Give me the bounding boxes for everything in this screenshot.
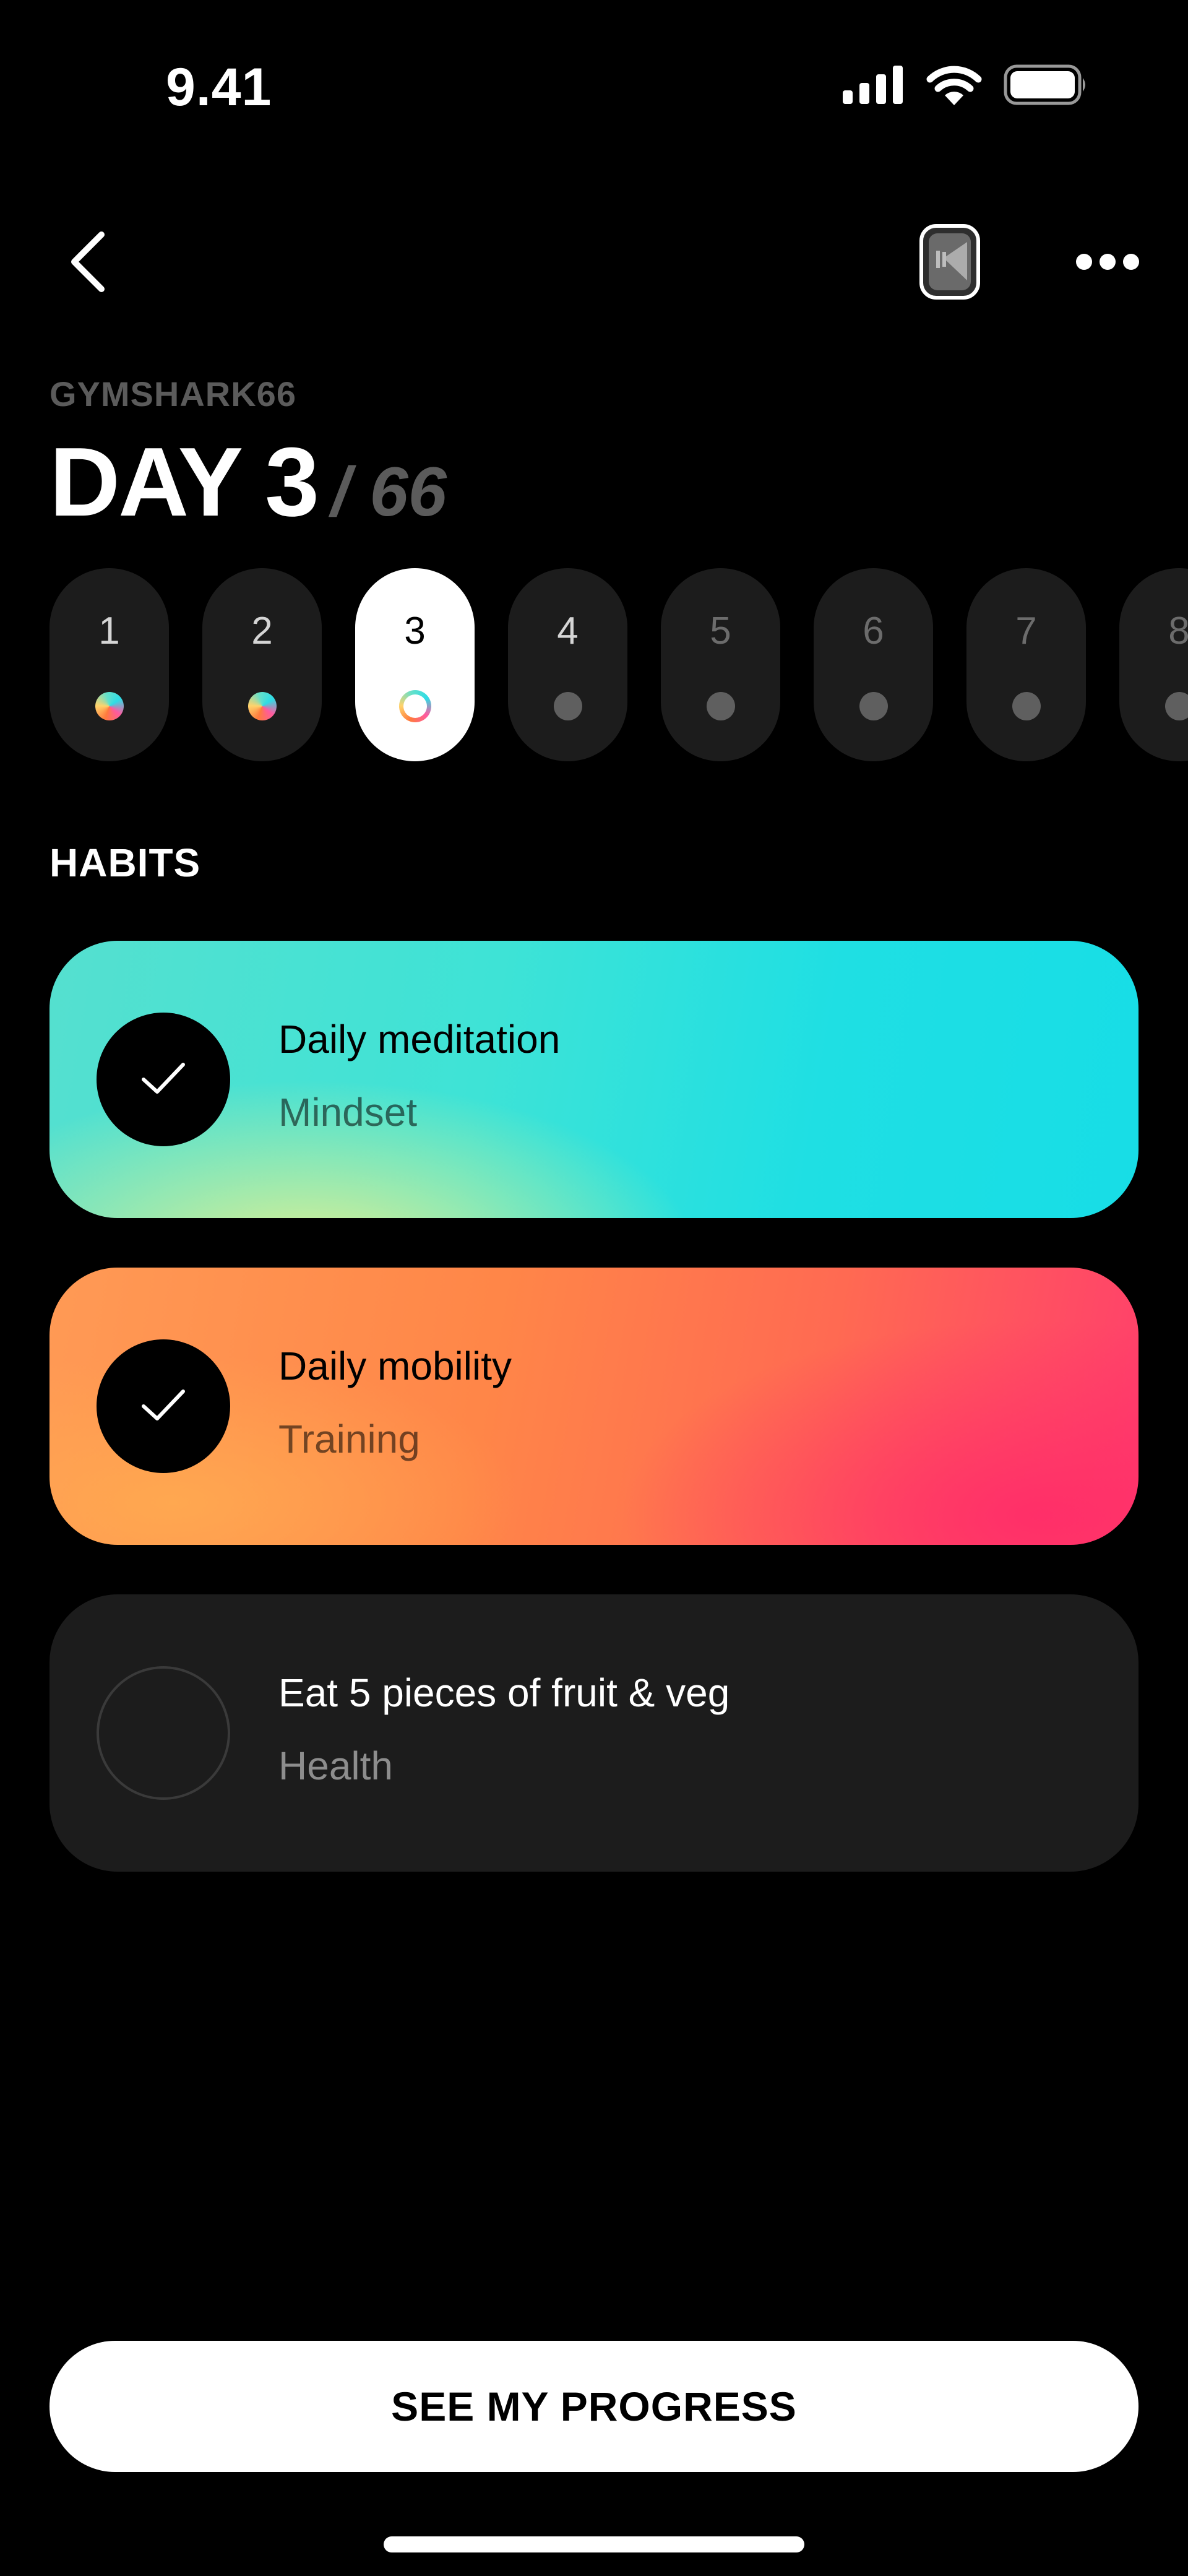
checkmark-icon bbox=[141, 1061, 186, 1099]
day-selector: 1 2 3 4 5 6 7 8 bbox=[50, 568, 1188, 761]
chevron-left-icon bbox=[66, 231, 109, 296]
day-number: 6 bbox=[863, 610, 884, 652]
battery-icon bbox=[1004, 64, 1089, 108]
habit-card-mobility[interactable]: Daily mobility Training bbox=[50, 1268, 1138, 1545]
habit-card-meditation[interactable]: Daily meditation Mindset bbox=[50, 941, 1138, 1218]
habit-name: Eat 5 pieces of fruit & veg bbox=[278, 1671, 730, 1715]
wifi-icon bbox=[926, 64, 983, 108]
more-options-button[interactable] bbox=[1064, 235, 1151, 291]
habit-category: Mindset bbox=[278, 1090, 418, 1135]
habits-heading: HABITS bbox=[50, 841, 201, 885]
day-pill-2[interactable]: 2 bbox=[202, 568, 322, 761]
day-number: 8 bbox=[1168, 610, 1188, 652]
day-title: DAY 3 / 66 bbox=[50, 433, 447, 531]
day-number: 2 bbox=[251, 610, 273, 652]
watch-icon bbox=[919, 223, 981, 303]
day-number: 7 bbox=[1015, 610, 1037, 652]
day-pill-6[interactable]: 6 bbox=[814, 568, 933, 761]
challenge-name: GYMSHARK66 bbox=[50, 374, 296, 413]
total-days-label: / 66 bbox=[331, 453, 447, 530]
day-pill-5[interactable]: 5 bbox=[661, 568, 780, 761]
day-number: 5 bbox=[710, 610, 731, 652]
day-pending-dot bbox=[553, 692, 582, 720]
day-pill-8[interactable]: 8 bbox=[1119, 568, 1188, 761]
day-progress-ring bbox=[399, 690, 431, 722]
back-button[interactable] bbox=[59, 229, 115, 297]
day-pending-dot bbox=[859, 692, 888, 720]
habit-checkbox[interactable] bbox=[97, 1013, 230, 1146]
watch-button[interactable] bbox=[916, 223, 984, 303]
day-number: 3 bbox=[404, 610, 426, 652]
day-pill-1[interactable]: 1 bbox=[50, 568, 169, 761]
more-horizontal-icon bbox=[1075, 253, 1140, 274]
current-day-label: DAY 3 bbox=[50, 428, 319, 537]
day-number: 4 bbox=[557, 610, 579, 652]
status-time: 9.41 bbox=[166, 58, 272, 117]
day-pending-dot bbox=[706, 692, 735, 720]
habit-name: Daily meditation bbox=[278, 1017, 561, 1061]
status-icons bbox=[843, 64, 1089, 108]
home-indicator bbox=[384, 2536, 804, 2552]
day-pill-3[interactable]: 3 bbox=[355, 568, 475, 761]
habit-checkbox[interactable] bbox=[97, 1339, 230, 1473]
day-pending-dot bbox=[1012, 692, 1041, 720]
checkmark-icon bbox=[141, 1388, 186, 1425]
cellular-signal-icon bbox=[843, 65, 905, 107]
day-pill-7[interactable]: 7 bbox=[966, 568, 1086, 761]
habit-card-fruit-veg[interactable]: Eat 5 pieces of fruit & veg Health bbox=[50, 1594, 1138, 1872]
day-pill-4[interactable]: 4 bbox=[508, 568, 627, 761]
habit-category: Health bbox=[278, 1744, 393, 1788]
habit-category: Training bbox=[278, 1417, 420, 1461]
day-complete-dot bbox=[248, 692, 277, 720]
habit-checkbox[interactable] bbox=[97, 1666, 230, 1800]
see-progress-button[interactable]: SEE MY PROGRESS bbox=[50, 2341, 1138, 2472]
habit-name: Daily mobility bbox=[278, 1344, 512, 1388]
day-number: 1 bbox=[98, 610, 120, 652]
day-complete-dot bbox=[95, 692, 124, 720]
day-pending-dot bbox=[1164, 692, 1188, 720]
